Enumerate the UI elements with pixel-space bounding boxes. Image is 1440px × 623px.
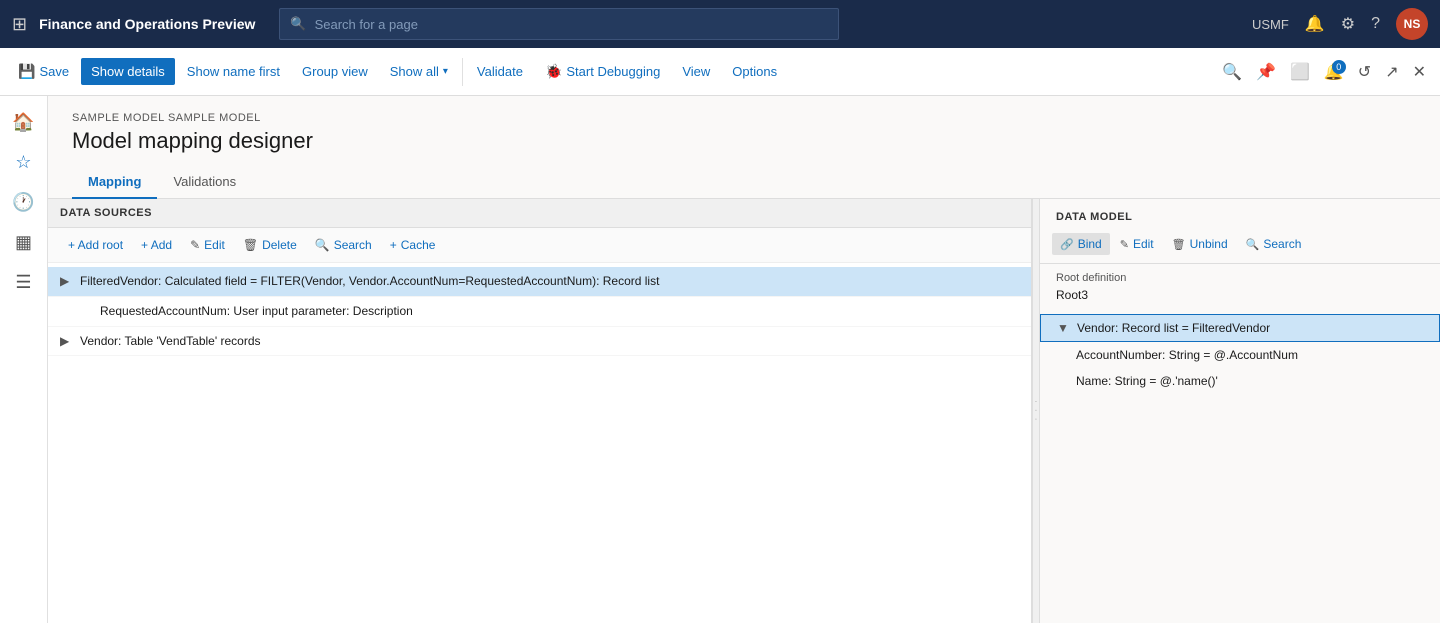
search-icon: 🔍 <box>1246 238 1260 251</box>
global-search-bar[interactable]: 🔍 Search for a page <box>279 8 839 40</box>
unbind-icon: 🗑 <box>1172 238 1186 251</box>
right-panel-toolbar: 🔗 Bind ✎ Edit 🗑 Unbind 🔍 Search <box>1040 229 1440 264</box>
sidebar-item-favorites[interactable]: ☆ <box>6 144 42 180</box>
right-tree-item[interactable]: AccountNumber: String = @.AccountNum <box>1040 342 1440 368</box>
tree-item-text: RequestedAccountNum: User input paramete… <box>100 303 1019 320</box>
right-tree-item-text: Name: String = @.'name()' <box>1076 374 1218 388</box>
badge-icon[interactable]: 🔔0 <box>1318 56 1350 88</box>
toolbar-action-icons: 📌 ⬜ 🔔0 ↺ ↗ ✕ <box>1250 56 1432 88</box>
tree-item-text: FilteredVendor: Calculated field = FILTE… <box>80 273 1019 290</box>
breadcrumb: SAMPLE MODEL SAMPLE MODEL <box>72 112 1416 124</box>
bind-icon: 🔗 <box>1060 238 1074 251</box>
show-details-button[interactable]: Show details <box>81 58 175 85</box>
page-header: SAMPLE MODEL SAMPLE MODEL Model mapping … <box>48 96 1440 166</box>
right-tree-item[interactable]: ▼ Vendor: Record list = FilteredVendor <box>1040 314 1440 342</box>
right-panel-tree: ▼ Vendor: Record list = FilteredVendor A… <box>1040 310 1440 623</box>
left-panel-header: DATA SOURCES <box>48 199 1031 228</box>
left-panel-tree: ▶ FilteredVendor: Calculated field = FIL… <box>48 263 1031 623</box>
delete-button[interactable]: 🗑 Delete <box>235 234 305 256</box>
expand-icon: ▶ <box>60 274 76 288</box>
show-name-first-button[interactable]: Show name first <box>177 58 290 85</box>
tabs: Mapping Validations <box>48 166 1440 199</box>
add-button[interactable]: + Add <box>133 234 180 256</box>
add-root-button[interactable]: + Add root <box>60 234 131 256</box>
edit-icon: ✎ <box>1120 238 1129 251</box>
notification-icon[interactable]: 🔔 <box>1305 14 1325 34</box>
validate-button[interactable]: Validate <box>467 58 533 85</box>
root-definition-label: Root definition <box>1056 272 1424 284</box>
view-button[interactable]: View <box>672 58 720 85</box>
help-icon[interactable]: ? <box>1371 15 1380 33</box>
top-nav: ⊞ Finance and Operations Preview 🔍 Searc… <box>0 0 1440 48</box>
left-panel: DATA SOURCES + Add root + Add ✎ Edit 🗑 <box>48 199 1032 623</box>
tree-item[interactable]: ▶ RequestedAccountNum: User input parame… <box>48 297 1031 327</box>
tree-item[interactable]: ▶ FilteredVendor: Calculated field = FIL… <box>48 267 1031 297</box>
expand-icon[interactable]: ⬜ <box>1284 56 1316 88</box>
sidebar-item-workspaces[interactable]: ▦ <box>6 224 42 260</box>
search-placeholder: Search for a page <box>315 17 418 32</box>
settings-icon[interactable]: ⚙ <box>1341 14 1355 34</box>
tree-item-text: Vendor: Table 'VendTable' records <box>80 333 1019 350</box>
sidebar: 🏠 ☆ 🕐 ▦ ☰ <box>0 96 48 623</box>
unbind-button[interactable]: 🗑 Unbind <box>1164 233 1236 255</box>
expand-icon: ▼ <box>1057 321 1073 335</box>
top-nav-right: USMF 🔔 ⚙ ? NS <box>1252 8 1428 40</box>
root-definition-section: Root definition Root3 <box>1040 264 1440 310</box>
edit-button[interactable]: ✎ Edit <box>182 234 233 256</box>
app-layout: 🏠 ☆ 🕐 ▦ ☰ SAMPLE MODEL SAMPLE MODEL Mode… <box>0 96 1440 623</box>
right-tree-item[interactable]: Name: String = @.'name()' <box>1040 368 1440 394</box>
right-search-button[interactable]: 🔍 Search <box>1238 233 1310 255</box>
sidebar-item-home[interactable]: 🏠 <box>6 104 42 140</box>
bind-button[interactable]: 🔗 Bind <box>1052 233 1110 255</box>
debug-icon: 🐞 <box>545 63 562 80</box>
left-panel-toolbar: + Add root + Add ✎ Edit 🗑 Delete 🔍 <box>48 228 1031 263</box>
right-tree-item-text: Vendor: Record list = FilteredVendor <box>1077 321 1270 335</box>
toolbar: 💾 Save Show details Show name first Grou… <box>0 48 1440 96</box>
root-definition-value: Root3 <box>1056 288 1424 302</box>
app-title: Finance and Operations Preview <box>39 16 255 32</box>
show-all-button[interactable]: Show all <box>380 58 458 85</box>
env-label: USMF <box>1252 17 1289 32</box>
refresh-icon[interactable]: ↺ <box>1352 56 1377 88</box>
group-view-button[interactable]: Group view <box>292 58 378 85</box>
save-button[interactable]: 💾 Save <box>8 57 79 86</box>
toolbar-search-icon[interactable]: 🔍 <box>1216 56 1248 88</box>
right-edit-button[interactable]: ✎ Edit <box>1112 233 1162 255</box>
close-icon[interactable]: ✕ <box>1407 56 1432 88</box>
expand-icon: ▶ <box>60 334 76 348</box>
resize-handle[interactable]: · · · <box>1032 199 1040 623</box>
tab-mapping[interactable]: Mapping <box>72 166 157 199</box>
popout-icon[interactable]: ↗ <box>1379 56 1404 88</box>
main-content: SAMPLE MODEL SAMPLE MODEL Model mapping … <box>48 96 1440 623</box>
grid-icon[interactable]: ⊞ <box>12 14 27 35</box>
toolbar-divider-1 <box>462 58 463 86</box>
search-button[interactable]: 🔍 Search <box>307 234 380 256</box>
panels: DATA SOURCES + Add root + Add ✎ Edit 🗑 <box>48 199 1440 623</box>
sidebar-item-modules[interactable]: ☰ <box>6 264 42 300</box>
save-icon: 💾 <box>18 63 35 80</box>
tab-validations[interactable]: Validations <box>157 166 252 199</box>
right-tree-item-text: AccountNumber: String = @.AccountNum <box>1076 348 1298 362</box>
right-panel-header: DATA MODEL <box>1040 199 1440 229</box>
cache-button[interactable]: + Cache <box>382 234 444 256</box>
sidebar-item-recent[interactable]: 🕐 <box>6 184 42 220</box>
right-panel: DATA MODEL 🔗 Bind ✎ Edit 🗑 Unbind <box>1040 199 1440 623</box>
tree-item[interactable]: ▶ Vendor: Table 'VendTable' records <box>48 327 1031 357</box>
start-debugging-button[interactable]: 🐞 Start Debugging <box>535 57 670 86</box>
user-avatar[interactable]: NS <box>1396 8 1428 40</box>
search-icon: 🔍 <box>290 16 306 32</box>
pin-icon[interactable]: 📌 <box>1250 56 1282 88</box>
options-button[interactable]: Options <box>722 58 787 85</box>
page-title: Model mapping designer <box>72 128 1416 154</box>
